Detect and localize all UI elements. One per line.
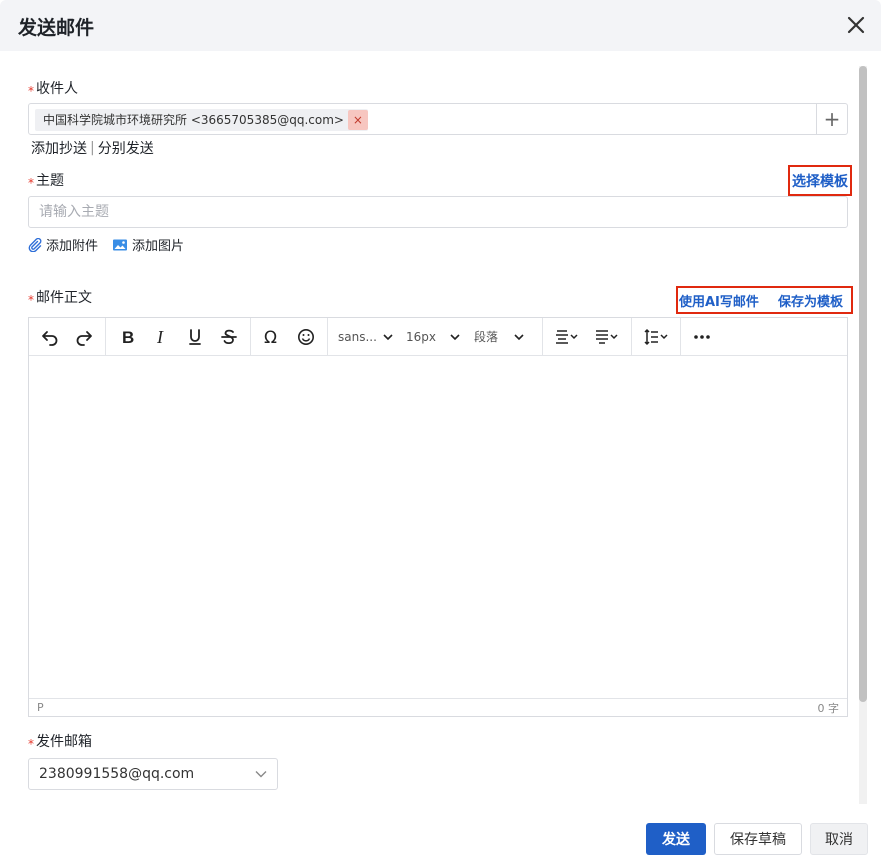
chevron-down-icon bbox=[255, 771, 267, 778]
chevron-down-icon bbox=[450, 333, 460, 340]
emoji-icon[interactable] bbox=[289, 322, 323, 352]
paperclip-icon bbox=[28, 237, 42, 252]
save-as-template-link[interactable]: 保存为模板 bbox=[778, 291, 843, 310]
special-character-icon[interactable]: Ω bbox=[255, 322, 289, 352]
recipient-tag: 中国科学院城市环境研究所 <3665705385@qq.com> × bbox=[35, 109, 368, 131]
strikethrough-icon[interactable] bbox=[212, 322, 246, 352]
editor-toolbar: B I Ω sans... 16px 段落 bbox=[29, 317, 847, 356]
required-mark: * bbox=[28, 176, 34, 190]
send-button[interactable]: 发送 bbox=[646, 823, 706, 855]
word-count: 0 字 bbox=[817, 701, 840, 715]
recipients-label: * 收件人 bbox=[28, 81, 78, 98]
underline-icon[interactable] bbox=[178, 322, 212, 352]
dialog-header: 发送邮件 bbox=[0, 0, 881, 51]
font-size-value: 16px bbox=[406, 329, 436, 344]
required-mark: * bbox=[28, 84, 34, 98]
svg-text:B: B bbox=[122, 328, 134, 347]
italic-icon[interactable]: I bbox=[144, 322, 178, 352]
svg-text:I: I bbox=[156, 327, 164, 347]
select-template-link[interactable]: 选择模板 bbox=[792, 171, 848, 191]
link-separator: | bbox=[90, 140, 95, 156]
insert-group: Ω bbox=[251, 317, 328, 356]
block-format-select[interactable]: 段落 bbox=[470, 322, 536, 352]
undo-icon[interactable] bbox=[33, 322, 67, 352]
line-height-icon[interactable] bbox=[636, 322, 676, 352]
recipient-tag-text: 中国科学院城市环境研究所 <3665705385@qq.com> bbox=[43, 113, 344, 127]
redo-icon[interactable] bbox=[67, 322, 101, 352]
align-group bbox=[543, 317, 632, 356]
subject-input[interactable] bbox=[28, 196, 848, 228]
add-image-label: 添加图片 bbox=[132, 239, 185, 254]
block-format-value: 段落 bbox=[474, 330, 499, 344]
dialog-title: 发送邮件 bbox=[18, 17, 95, 39]
font-family-value: sans... bbox=[338, 329, 377, 344]
chevron-down-icon bbox=[383, 333, 393, 340]
add-recipient-button[interactable]: + bbox=[816, 104, 847, 134]
add-attachment-button[interactable]: 添加附件 bbox=[28, 235, 98, 254]
subject-label: * 主题 bbox=[28, 173, 64, 190]
required-mark: * bbox=[28, 293, 34, 307]
recipients-field[interactable]: 中国科学院城市环境研究所 <3665705385@qq.com> × + bbox=[28, 103, 848, 135]
sender-mailbox-select[interactable]: 2380991558@qq.com bbox=[28, 758, 278, 790]
required-mark: * bbox=[28, 737, 34, 751]
svg-text:Ω: Ω bbox=[264, 328, 277, 347]
font-size-select[interactable]: 16px bbox=[402, 322, 466, 352]
close-icon[interactable] bbox=[845, 14, 867, 36]
chevron-down-icon bbox=[514, 333, 524, 340]
history-group bbox=[29, 317, 106, 356]
editor-statusbar: P 0 字 bbox=[29, 698, 847, 716]
sender-mailbox-value: 2380991558@qq.com bbox=[39, 766, 195, 782]
cancel-button[interactable]: 取消 bbox=[810, 823, 868, 855]
format-group: B I bbox=[106, 317, 251, 356]
ai-write-link[interactable]: 使用AI写邮件 bbox=[679, 291, 759, 310]
indent-icon[interactable] bbox=[587, 322, 627, 352]
font-group: sans... 16px 段落 bbox=[328, 317, 543, 356]
send-separately-link[interactable]: 分别发送 bbox=[98, 138, 154, 158]
more-icon[interactable] bbox=[685, 322, 719, 352]
save-draft-button[interactable]: 保存草稿 bbox=[714, 823, 802, 855]
spacing-group bbox=[632, 317, 681, 356]
element-path: P bbox=[37, 701, 44, 714]
scrollbar-thumb[interactable] bbox=[859, 66, 867, 702]
add-cc-link[interactable]: 添加抄送 bbox=[31, 138, 87, 158]
add-image-button[interactable]: 添加图片 bbox=[112, 235, 184, 254]
remove-recipient-icon[interactable]: × bbox=[347, 110, 368, 130]
rich-text-editor[interactable]: B I Ω sans... 16px 段落 P 0 字 bbox=[28, 317, 848, 717]
more-group bbox=[681, 318, 723, 356]
bold-icon[interactable]: B bbox=[110, 322, 144, 352]
add-attachment-label: 添加附件 bbox=[46, 239, 99, 254]
body-label: * 邮件正文 bbox=[28, 290, 92, 307]
font-family-select[interactable]: sans... bbox=[334, 322, 398, 352]
sender-label: * 发件邮箱 bbox=[28, 734, 92, 751]
image-icon bbox=[113, 239, 128, 250]
attachment-row: 添加附件 添加图片 bbox=[28, 235, 198, 254]
cc-links: 添加抄送 | 分别发送 bbox=[31, 138, 154, 158]
editor-content-area[interactable] bbox=[29, 357, 847, 699]
align-icon[interactable] bbox=[547, 322, 587, 352]
